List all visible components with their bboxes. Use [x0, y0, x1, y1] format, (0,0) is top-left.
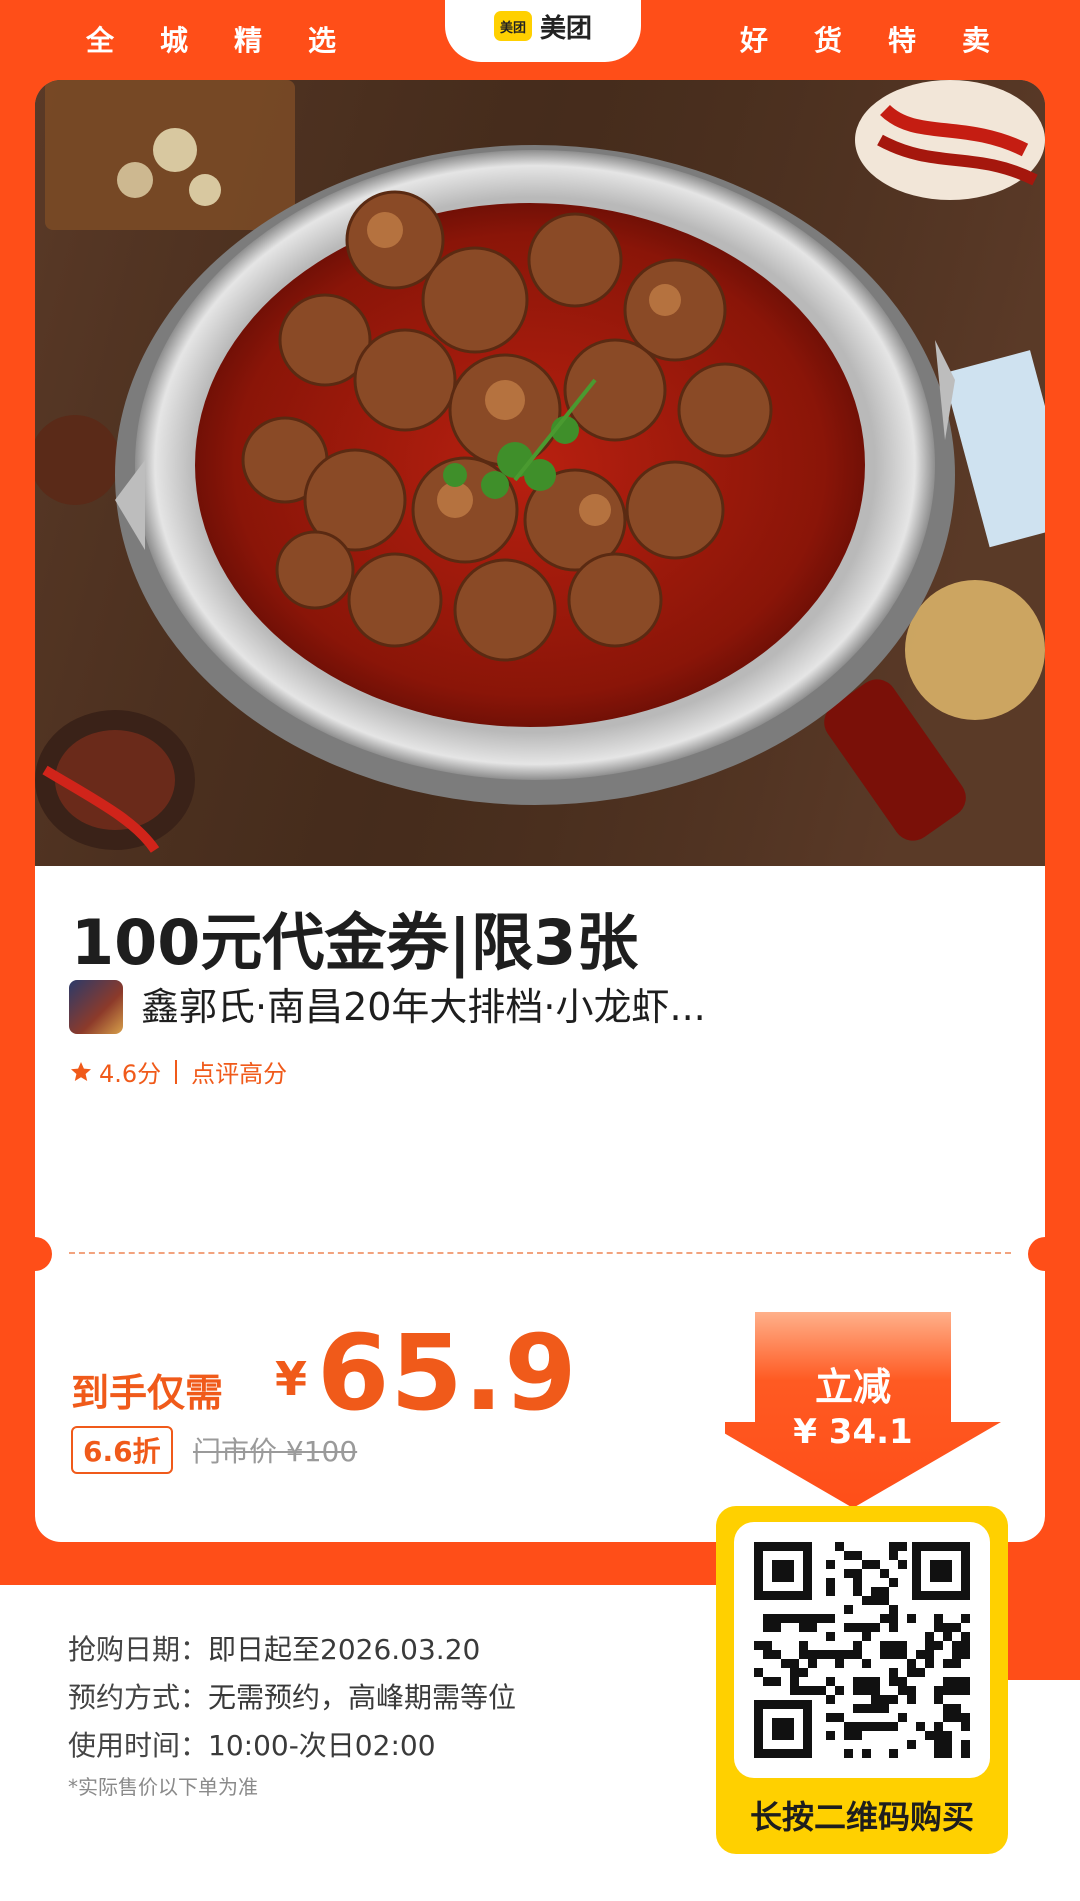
ticket-notch-right [1028, 1237, 1045, 1271]
deal-title: 100元代金券|限3张 [71, 906, 639, 979]
rating-divider [175, 1059, 178, 1084]
original-price: 门市价 ¥100 [193, 1435, 358, 1468]
price-amount: 65.9 [317, 1312, 578, 1434]
info-key: 使用时间： [68, 1729, 209, 1762]
shop-avatar [69, 980, 123, 1034]
qr-code-graphic [754, 1542, 970, 1758]
price-disclaimer: *实际售价以下单为准 [68, 1775, 258, 1799]
header-slogan-left: 全城精选 [86, 24, 383, 57]
rating-tag: 点评高分 [191, 1060, 288, 1088]
info-reservation: 预约方式：无需预约，高峰期需等位 [68, 1676, 516, 1716]
info-value: 无需预约，高峰期需等位 [208, 1681, 517, 1714]
rating-score: 4.6分 [99, 1060, 162, 1088]
meituan-logo-icon: 美团 [493, 11, 532, 41]
hotpot-illustration [35, 80, 1045, 866]
brand-tab: 美团 美团 [445, 0, 641, 62]
savings-arrow: 立减 ¥ 34.1 [705, 1312, 1013, 1508]
info-value: 10:00-次日02:00 [208, 1729, 436, 1762]
savings-title: 立减 [814, 1365, 891, 1409]
header-slogan-right: 好货特卖 [740, 24, 1037, 57]
ticket-notch-left [35, 1237, 52, 1271]
qr-panel[interactable]: 长按二维码购买 [716, 1506, 1008, 1854]
dish-photo [35, 80, 1045, 866]
info-purchase-date: 抢购日期：即日起至2026.03.20 [68, 1628, 480, 1668]
brand-name: 美团 [539, 13, 592, 44]
savings-amount: ¥ 34.1 [793, 1412, 913, 1452]
qr-code[interactable] [734, 1522, 990, 1778]
price-currency: ¥ [275, 1352, 308, 1406]
star-icon [71, 1061, 91, 1081]
info-usage-time: 使用时间：10:00-次日02:00 [68, 1724, 436, 1764]
ticket-divider [69, 1252, 1011, 1254]
discount-badge: 6.6折 [71, 1426, 173, 1474]
shop-name[interactable]: 鑫郭氏·南昌20年大排档·小龙虾... [141, 980, 706, 1034]
info-key: 预约方式： [68, 1681, 209, 1714]
qr-instruction: 长按二维码购买 [749, 1798, 974, 1836]
info-key: 抢购日期： [68, 1633, 209, 1666]
info-value: 即日起至2026.03.20 [208, 1633, 481, 1666]
price-label: 到手仅需 [71, 1371, 224, 1415]
rating-row: 4.6分 点评高分 [69, 1054, 287, 1089]
